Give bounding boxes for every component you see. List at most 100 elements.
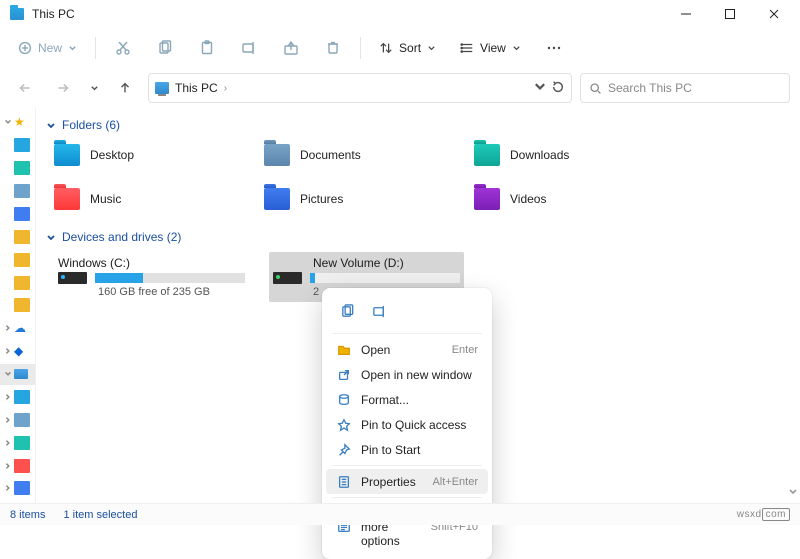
close-button[interactable]	[752, 0, 796, 28]
sidebar-item[interactable]	[0, 272, 35, 293]
star-icon	[336, 417, 351, 432]
address-bar[interactable]: This PC ›	[148, 73, 572, 103]
share-button[interactable]	[274, 32, 308, 64]
watermark: wsxdcom	[737, 508, 790, 521]
status-selected: 1 item selected	[63, 509, 137, 521]
this-pc-icon	[14, 369, 28, 379]
sidebar-item[interactable]	[0, 478, 35, 499]
breadcrumb[interactable]: This PC	[175, 81, 218, 95]
folder-videos[interactable]: Videos	[474, 184, 674, 214]
storage-bar	[310, 273, 460, 283]
ctx-copy-button[interactable]	[334, 298, 360, 324]
storage-bar	[95, 273, 245, 283]
drive-name: New Volume (D:)	[313, 256, 460, 270]
folder-pictures[interactable]: Pictures	[264, 184, 464, 214]
downloads-icon	[474, 144, 500, 166]
folder-icon	[14, 298, 30, 312]
separator	[332, 333, 482, 334]
sidebar-item[interactable]	[0, 226, 35, 247]
view-button[interactable]: View	[452, 32, 529, 64]
videos-icon	[474, 188, 500, 210]
drives-section-header[interactable]: Devices and drives (2)	[46, 230, 784, 244]
sort-button[interactable]: Sort	[371, 32, 444, 64]
toolbar: New Sort View	[0, 28, 800, 68]
folder-music[interactable]: Music	[54, 184, 254, 214]
ctx-pin-start[interactable]: Pin to Start	[326, 437, 488, 462]
up-button[interactable]	[110, 73, 140, 103]
cloud-icon: ☁	[14, 321, 26, 335]
new-button[interactable]: New	[10, 32, 85, 64]
sidebar: ★ ☁ ◆	[0, 108, 36, 503]
drive-name: Windows (C:)	[58, 256, 245, 270]
status-item-count: 8 items	[10, 509, 45, 521]
separator	[332, 465, 482, 466]
divider	[360, 37, 361, 59]
search-input[interactable]: Search This PC	[580, 73, 790, 103]
sidebar-item[interactable]	[0, 295, 35, 316]
folder-downloads[interactable]: Downloads	[474, 140, 674, 170]
view-label: View	[480, 41, 506, 55]
copy-button[interactable]	[148, 32, 182, 64]
sidebar-item[interactable]	[0, 249, 35, 270]
sidebar-item-thispc[interactable]	[0, 364, 35, 385]
sidebar-item[interactable]	[0, 455, 35, 476]
desktop-icon	[54, 144, 80, 166]
sidebar-item[interactable]	[0, 158, 35, 179]
cut-button[interactable]	[106, 32, 140, 64]
sidebar-item-quickaccess[interactable]: ★	[0, 112, 35, 133]
folder-icon	[14, 230, 30, 244]
drive-subtext: 160 GB free of 235 GB	[98, 286, 245, 298]
ctx-rename-button[interactable]	[366, 298, 392, 324]
folder-open-icon	[336, 342, 351, 357]
sidebar-item[interactable]	[0, 135, 35, 156]
back-button[interactable]	[10, 73, 40, 103]
folders-section-header[interactable]: Folders (6)	[46, 118, 784, 132]
folder-icon	[14, 253, 30, 267]
window-title: This PC	[32, 7, 75, 21]
ctx-pin-quick-access[interactable]: Pin to Quick access	[326, 412, 488, 437]
recent-button[interactable]	[86, 73, 102, 103]
ctx-properties[interactable]: Properties Alt+Enter	[326, 469, 488, 494]
delete-button[interactable]	[316, 32, 350, 64]
folder-icon	[14, 413, 30, 427]
minimize-button[interactable]	[664, 0, 708, 28]
music-icon	[54, 188, 80, 210]
sidebar-item[interactable]	[0, 432, 35, 453]
new-label: New	[38, 41, 62, 55]
search-placeholder: Search This PC	[608, 81, 692, 95]
maximize-button[interactable]	[708, 0, 752, 28]
properties-icon	[336, 474, 351, 489]
folder-desktop[interactable]: Desktop	[54, 140, 254, 170]
sidebar-item[interactable]	[0, 204, 35, 225]
more-button[interactable]	[537, 32, 571, 64]
folder-icon	[14, 459, 30, 473]
ctx-open-new-window[interactable]: Open in new window	[326, 362, 488, 387]
separator	[332, 497, 482, 498]
format-icon	[336, 392, 351, 407]
drive-c[interactable]: Windows (C:) 160 GB free of 235 GB	[54, 252, 249, 302]
sidebar-item[interactable]	[0, 181, 35, 202]
refresh-button[interactable]	[551, 80, 565, 97]
forward-button[interactable]	[48, 73, 78, 103]
ctx-format[interactable]: Format...	[326, 387, 488, 412]
external-icon	[336, 367, 351, 382]
chevron-right-icon[interactable]: ›	[224, 83, 227, 94]
sidebar-item[interactable]	[0, 409, 35, 430]
folder-icon	[14, 436, 30, 450]
address-dropdown-button[interactable]	[533, 80, 547, 97]
rename-button[interactable]	[232, 32, 266, 64]
titlebar: This PC	[0, 0, 800, 28]
sidebar-item-dropbox[interactable]: ◆	[0, 341, 35, 362]
dropbox-icon: ◆	[14, 344, 23, 358]
sidebar-item[interactable]	[0, 387, 35, 408]
sidebar-item-onedrive[interactable]: ☁	[0, 318, 35, 339]
scroll-down-button[interactable]	[788, 485, 798, 499]
paste-button[interactable]	[190, 32, 224, 64]
ctx-open[interactable]: Open Enter	[326, 337, 488, 362]
pin-icon	[336, 442, 351, 457]
nav-row: This PC › Search This PC	[0, 68, 800, 108]
folder-icon	[14, 390, 30, 404]
folder-documents[interactable]: Documents	[264, 140, 464, 170]
drive-icon	[58, 272, 87, 284]
app-icon	[10, 8, 24, 20]
